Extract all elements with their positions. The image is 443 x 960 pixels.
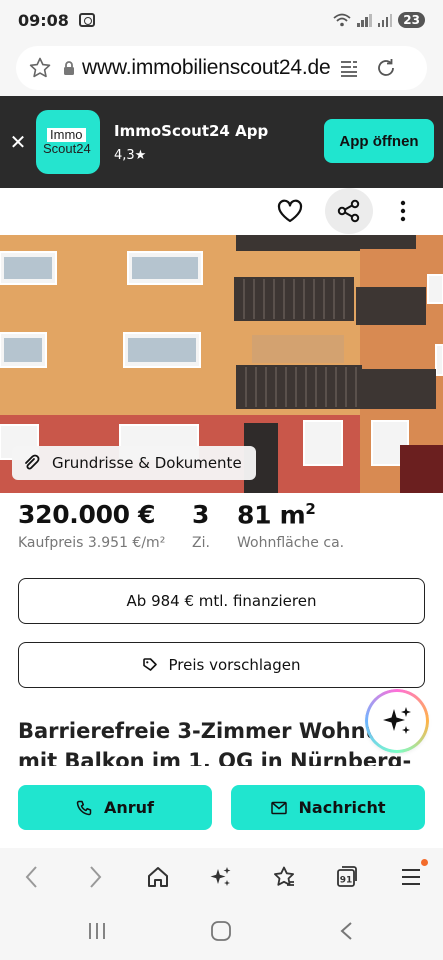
attachment-icon	[25, 454, 40, 470]
reload-icon[interactable]	[374, 56, 398, 80]
tabs-button[interactable]: 91	[334, 864, 360, 890]
rooms-value: 3	[192, 500, 210, 529]
hamburger-icon	[402, 869, 420, 885]
contact-bar: Anruf Nachricht	[0, 768, 443, 848]
call-button[interactable]: Anruf	[18, 785, 212, 830]
bookmarks-button[interactable]	[271, 864, 297, 890]
message-button[interactable]: Nachricht	[231, 785, 425, 830]
tabs-count: 91	[340, 876, 353, 886]
lock-icon	[64, 61, 74, 75]
chevron-right-icon	[90, 866, 102, 888]
tabs-icon: 91	[337, 866, 357, 887]
recent-apps-icon[interactable]	[86, 920, 108, 942]
price-label: Kaufpreis 3.951 €/m²	[18, 535, 166, 551]
suggest-price-button[interactable]: Preis vorschlagen	[18, 642, 425, 688]
heart-icon[interactable]	[276, 198, 304, 224]
floorplans-documents-label: Grundrisse & Dokumente	[52, 454, 242, 472]
home-button[interactable]	[145, 864, 171, 890]
back-nav-icon[interactable]	[336, 920, 358, 942]
sparkle-toolbar-icon	[210, 867, 231, 886]
financing-label: Ab 984 € mtl. finanzieren	[126, 592, 317, 610]
status-time: 09:08	[18, 10, 69, 30]
fact-area: 81 m2 Wohnfläche ca.	[237, 500, 344, 551]
price-tag-icon	[143, 658, 158, 671]
screenshot-icon	[78, 13, 95, 27]
rooms-label: Zi.	[192, 535, 210, 551]
sparkle-icon	[383, 707, 411, 734]
battery-indicator: 23	[398, 12, 425, 28]
bookmark-star-icon	[274, 866, 294, 886]
call-label: Anruf	[103, 798, 154, 817]
area-label: Wohnfläche ca.	[237, 535, 345, 552]
envelope-icon	[270, 801, 287, 814]
reader-mode-icon[interactable]	[338, 57, 360, 79]
app-name: ImmoScout24 App	[114, 121, 269, 140]
notification-dot	[421, 859, 428, 866]
wifi-icon	[333, 13, 351, 27]
system-navigation	[0, 906, 443, 960]
status-indicators: 23	[333, 12, 425, 28]
signal-icon	[357, 13, 372, 27]
app-rating: 4,3★	[114, 147, 147, 163]
floorplans-documents-button[interactable]: Grundrisse & Dokumente	[12, 446, 256, 480]
phone-icon	[76, 800, 92, 815]
app-logo: Immo Scout24	[36, 110, 100, 174]
property-photo[interactable]: Grundrisse & Dokumente	[0, 235, 443, 493]
back-button[interactable]	[18, 864, 44, 890]
share-icon	[337, 199, 360, 223]
area-number: 81 m	[237, 500, 306, 530]
close-icon[interactable]: ✕	[0, 130, 36, 154]
url-bar[interactable]: www.immobilienscout24.de	[16, 46, 427, 90]
fact-rooms: 3 Zi.	[192, 500, 210, 551]
area-unit-sup: 2	[305, 500, 316, 518]
ai-sparkle-button[interactable]	[208, 864, 234, 890]
forward-button[interactable]	[83, 864, 109, 890]
financing-button[interactable]: Ab 984 € mtl. finanzieren	[18, 578, 425, 624]
star-outline-icon[interactable]	[28, 56, 52, 80]
open-app-button[interactable]: App öffnen	[324, 119, 434, 163]
more-options-icon[interactable]	[400, 200, 406, 222]
signal-icon-2	[377, 13, 393, 27]
listing-title: Barrierefreie 3-Zimmer Wohnung mit Balko…	[18, 719, 412, 766]
suggest-price-label: Preis vorschlagen	[168, 656, 301, 674]
home-nav-icon[interactable]	[210, 920, 232, 942]
key-facts: 320.000 € Kaufpreis 3.951 €/m² 3 Zi. 81 …	[0, 500, 443, 570]
home-icon	[148, 867, 168, 887]
message-label: Nachricht	[298, 798, 386, 817]
chevron-left-icon	[25, 866, 37, 888]
browser-toolbar: 91	[0, 848, 443, 906]
browser-url-area: www.immobilienscout24.de	[0, 40, 443, 96]
logo-text-1: Immo	[47, 127, 86, 142]
app-info: ImmoScout24 App 4,3★	[114, 122, 268, 163]
area-value: 81 m2	[237, 500, 344, 529]
logo-text-2: Scout24	[43, 141, 91, 156]
ai-assistant-button[interactable]	[368, 692, 426, 750]
status-bar: 09:08 23	[0, 0, 443, 40]
app-install-banner: ✕ Immo Scout24 ImmoScout24 App 4,3★ App …	[0, 96, 443, 188]
menu-button[interactable]	[398, 864, 424, 890]
price-value: 320.000 €	[18, 500, 156, 529]
share-button[interactable]	[325, 188, 373, 234]
url-text[interactable]: www.immobilienscout24.de	[82, 56, 331, 80]
fact-price: 320.000 € Kaufpreis 3.951 €/m²	[18, 500, 165, 551]
listing-actions	[0, 188, 443, 235]
